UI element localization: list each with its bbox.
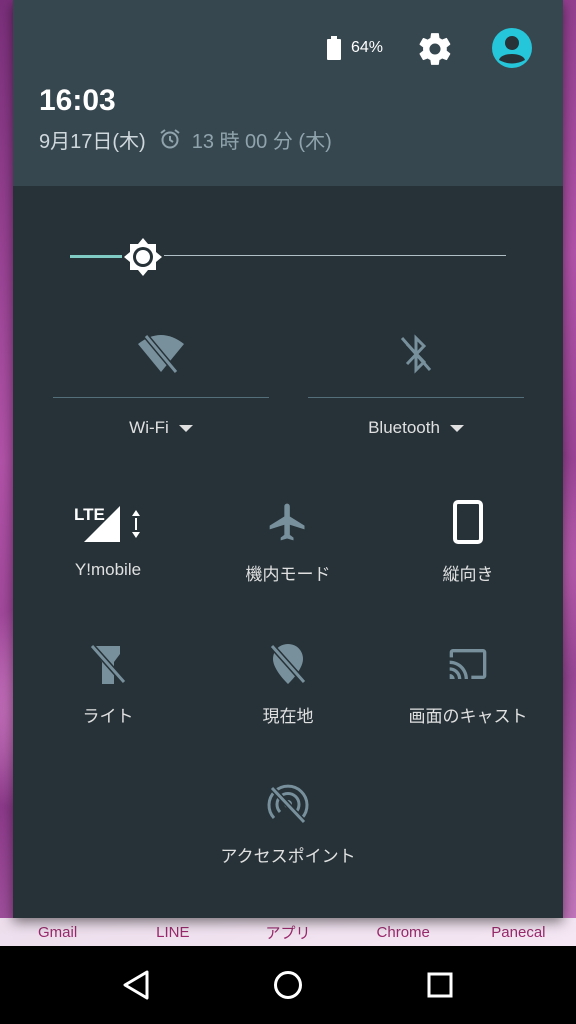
dock-app-drawer[interactable]: アプリ (230, 922, 345, 943)
notification-shade: 64% 16:03 9月17日(木) 13 時 00 分 (木) Wi-Fi B… (13, 0, 563, 918)
hotspot-off-icon (267, 784, 309, 825)
bluetooth-divider (308, 397, 524, 398)
brightness-track-filled (70, 255, 122, 258)
airplane-icon (269, 503, 305, 541)
back-icon (123, 970, 149, 1000)
bluetooth-toggle[interactable]: Bluetooth (308, 318, 524, 468)
dock-app-gmail[interactable]: Gmail (0, 924, 115, 941)
battery-icon (327, 36, 341, 60)
cast-icon (449, 649, 487, 679)
gear-icon (419, 33, 451, 65)
bluetooth-label: Bluetooth (368, 418, 440, 437)
back-button[interactable] (106, 955, 166, 1015)
svg-text:LTE: LTE (74, 505, 105, 524)
battery-indicator: 64% (326, 36, 383, 60)
wifi-divider (53, 397, 269, 398)
flashlight-tile[interactable]: ライト (18, 638, 198, 748)
mobile-data-tile[interactable]: LTE Y!mobile (18, 496, 198, 606)
hotspot-tile[interactable]: アクセスポイント (198, 778, 378, 888)
home-button[interactable] (258, 955, 318, 1015)
brightness-thumb[interactable] (122, 236, 164, 278)
wifi-off-icon (138, 334, 184, 374)
location-tile[interactable]: 現在地 (198, 638, 378, 748)
portrait-phone-icon (453, 500, 483, 544)
clock-time[interactable]: 16:03 (39, 84, 116, 118)
caret-down-icon (178, 424, 193, 432)
bluetooth-off-icon (400, 334, 432, 374)
next-alarm-text[interactable]: 13 時 00 分 (木) (192, 125, 332, 154)
cast-screen-tile[interactable]: 画面のキャスト (378, 638, 558, 748)
system-nav-bar (0, 946, 576, 1024)
bluetooth-dropdown[interactable]: Bluetooth (308, 418, 524, 438)
dock-app-line[interactable]: LINE (115, 924, 230, 941)
dock-app-chrome[interactable]: Chrome (346, 924, 461, 941)
battery-percentage: 64% (351, 39, 384, 56)
location-off-icon (269, 644, 307, 684)
home-dock: Gmail LINE アプリ Chrome Panecal (0, 918, 576, 946)
rotation-label: 縦向き (442, 565, 494, 584)
settings-button[interactable] (416, 30, 454, 68)
recents-button[interactable] (410, 955, 470, 1015)
location-label: 現在地 (262, 707, 314, 726)
flashlight-off-icon (89, 644, 127, 684)
shade-header: 64% 16:03 9月17日(木) 13 時 00 分 (木) (13, 0, 563, 186)
alarm-clock-icon (160, 129, 180, 149)
brightness-icon (124, 238, 162, 276)
cast-screen-label: 画面のキャスト (408, 707, 528, 726)
date-alarm-row: 9月17日(木) 13 時 00 分 (木) (39, 124, 332, 154)
caret-down-icon (449, 424, 464, 432)
dock-app-panecal[interactable]: Panecal (461, 924, 576, 941)
wifi-dropdown[interactable]: Wi-Fi (53, 418, 269, 438)
rotation-tile[interactable]: 縦向き (378, 496, 558, 606)
user-avatar-button[interactable] (491, 27, 533, 69)
account-icon (492, 28, 532, 68)
flashlight-label: ライト (82, 707, 134, 726)
wifi-label: Wi-Fi (129, 418, 169, 437)
airplane-mode-tile[interactable]: 機内モード (198, 496, 378, 606)
home-icon (274, 971, 302, 999)
wifi-toggle[interactable]: Wi-Fi (53, 318, 269, 468)
brightness-track (164, 255, 506, 256)
lte-signal-icon: LTE (74, 505, 140, 542)
recents-icon (427, 972, 453, 998)
airplane-mode-label: 機内モード (245, 565, 331, 584)
brightness-slider[interactable] (70, 236, 506, 276)
date-text[interactable]: 9月17日(木) (39, 125, 146, 154)
mobile-data-label: Y!mobile (74, 560, 142, 579)
hotspot-label: アクセスポイント (220, 847, 356, 866)
